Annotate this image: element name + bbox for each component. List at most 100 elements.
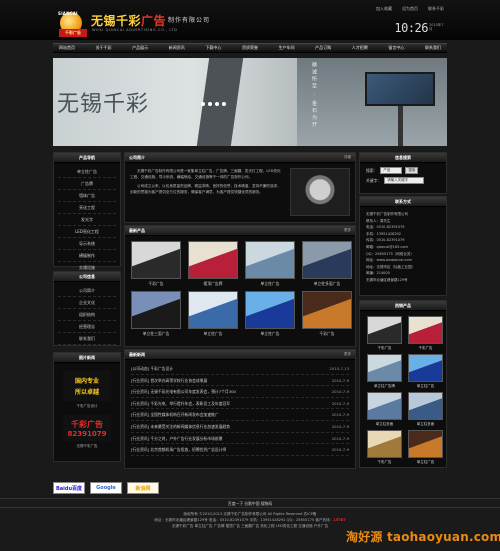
product-thumbnail[interactable] [245,241,295,279]
product-caption[interactable]: 千彩广告 [367,346,402,352]
company-info-item[interactable]: 组织结构 [58,309,116,321]
picture-news-caption[interactable]: 千彩广告设计 [60,404,114,409]
product-caption[interactable]: 单立柱广告 [408,460,443,466]
product-thumbnail[interactable] [188,291,238,329]
banner-dot[interactable] [208,102,212,106]
news-item[interactable]: [行业资讯] 首次举办高等学校行业协会成果展 2010-7-9 [131,375,349,387]
banner-dot[interactable] [201,102,205,106]
set-homepage-link[interactable]: 设为首页 [402,6,418,12]
search-button[interactable]: 搜索 [405,167,419,174]
product-thumbnail[interactable] [367,316,402,344]
product-thumbnail[interactable] [408,430,443,458]
news-title[interactable]: [行业资讯] 千彩光电、举行提升年会，表彰员工及年度冠军 [131,398,230,409]
picture-news-image[interactable]: 国内专业 所以卓越 [63,371,111,401]
product-caption[interactable]: 单立柱广告 [245,331,295,337]
news-item[interactable]: [公司动态] 千彩广告设计 2010-7-13 [131,363,349,375]
product-thumbnail[interactable] [302,291,352,329]
product-card[interactable]: 千彩广告 [408,316,443,352]
news-title[interactable]: [行业资讯] 全国性媒体机构召开新闻发布会加速推广 [131,409,219,420]
more-link[interactable]: 详细 [344,155,351,160]
news-item[interactable]: [行业资讯] 千分之时，户外广告行业发展分析市场前景 2010-7-9 [131,433,349,445]
company-info-item[interactable]: 企业文化 [58,297,116,309]
company-info-item[interactable]: 经营理念 [58,321,116,333]
contact-link[interactable]: 联系千彩 [428,6,444,12]
footer-links[interactable]: 百度一下 谷歌中国 搜狗网 [0,498,500,508]
product-card[interactable]: 单立柱广告 [245,241,295,287]
product-thumbnail[interactable] [408,392,443,420]
product-card[interactable]: 千彩广告 [367,316,402,352]
product-card[interactable]: 单立柱广告 [408,430,443,466]
product-nav-item[interactable]: 墙体广告 [58,190,116,202]
product-caption[interactable]: 单立柱三面广告 [131,331,181,337]
product-card[interactable]: 单立柱广告 [245,291,295,337]
nav-honors[interactable]: 资质荣誉 [242,45,258,51]
product-thumbnail[interactable] [367,354,402,382]
more-link[interactable]: 更多 [344,228,351,233]
nav-download[interactable]: 下载中心 [205,45,221,51]
product-caption[interactable]: 单立柱广告 [408,384,443,390]
banner[interactable]: 无锡千彩 精诚所至 · 金石为开 [53,58,447,146]
product-caption[interactable]: 千彩广告 [131,281,181,287]
picture-news-image[interactable]: 千彩广告 82391079 [63,415,111,441]
product-thumbnail[interactable] [408,316,443,344]
product-card[interactable]: 单立柱多面 [408,392,443,428]
news-title[interactable]: [行业资讯] 无锡千彩光电有限公司年度发表会，预计7个月300 [131,386,236,397]
product-caption[interactable]: 千彩广告 [302,331,352,337]
product-caption[interactable]: 单立柱多面 [367,422,402,428]
product-nav-item[interactable]: 广告牌 [58,178,116,190]
product-card[interactable]: 单立柱广告 [408,354,443,390]
nav-order[interactable]: 产品订购 [315,45,331,51]
product-thumbnail[interactable] [367,392,402,420]
product-nav-item[interactable]: LED亮化工程 [58,226,116,238]
keyword-input[interactable]: 请输入关键字 [384,177,425,184]
product-thumbnail[interactable] [188,241,238,279]
news-item[interactable]: [行业资讯] 未来最受关注的新闻媒体信息行业加速发展趋势 2010-7-9 [131,421,349,433]
product-nav-item[interactable]: 横幅制作 [58,250,116,262]
news-title[interactable]: [行业资讯] 首次举办高等学校行业协会成果展 [131,375,207,386]
product-caption[interactable]: 楼顶广告牌 [188,281,238,287]
product-nav-item[interactable]: 导示系统 [58,238,116,250]
news-item[interactable]: [行业资讯] 北京首都机场广告投放，招聘优秀广告设计师 2010-7-9 [131,444,349,456]
nav-home[interactable]: 网站首页 [59,45,75,51]
product-thumbnail[interactable] [302,241,352,279]
news-title[interactable]: [行业资讯] 千分之时，户外广告行业发展分析市场前景 [131,433,223,444]
news-title[interactable]: [公司动态] 千彩广告设计 [131,363,173,374]
product-card[interactable]: 单立柱广告牌 [367,354,402,390]
nav-about[interactable]: 关于千彩 [96,45,112,51]
sina-logo[interactable]: 新浪网 [127,482,159,494]
product-card[interactable]: 单立柱多面广告 [302,241,352,287]
news-item[interactable]: [行业资讯] 无锡千彩光电有限公司年度发表会，预计7个月300 2010-7-9 [131,386,349,398]
company-info-item[interactable]: 联系我们 [58,333,116,345]
banner-dot[interactable] [215,102,219,106]
baidu-logo[interactable]: Baidu百度 [53,482,85,494]
product-card[interactable]: 单立柱广告 [188,291,238,337]
product-caption[interactable]: 单立柱多面广告 [302,281,352,287]
product-nav-item[interactable]: 亮化工程 [58,202,116,214]
nav-news[interactable]: 新闻资讯 [169,45,185,51]
google-logo[interactable]: Google [90,482,122,494]
product-nav-item[interactable]: 单立柱广告 [58,166,116,178]
nav-products[interactable]: 产品展示 [132,45,148,51]
product-thumbnail[interactable] [367,430,402,458]
nav-workshop[interactable]: 生产车间 [279,45,295,51]
news-title[interactable]: [行业资讯] 未来最受关注的新闻媒体信息行业加速发展趋势 [131,421,230,432]
nav-jobs[interactable]: 人才招聘 [352,45,368,51]
product-card[interactable]: 千彩广告 [302,291,352,337]
picture-news-caption[interactable]: 无锡千彩广告 [60,444,114,449]
product-caption[interactable]: 千彩广告 [367,460,402,466]
nav-contact[interactable]: 联系我们 [425,45,441,51]
product-card[interactable]: 千彩广告 [367,430,402,466]
news-item[interactable]: [行业资讯] 千彩光电、举行提升年会，表彰员工及年度冠军 2010-7-9 [131,398,349,410]
product-thumbnail[interactable] [408,354,443,382]
news-title[interactable]: [行业资讯] 北京首都机场广告投放，招聘优秀广告设计师 [131,444,226,455]
search-type-select[interactable]: 产品 [380,167,403,174]
banner-dot[interactable] [222,102,226,106]
product-thumbnail[interactable] [131,241,181,279]
company-info-item[interactable]: 公司简介 [58,285,116,297]
nav-guestbook[interactable]: 留言中心 [388,45,404,51]
bookmark-link[interactable]: 加入收藏 [376,6,392,12]
product-card[interactable]: 楼顶广告牌 [188,241,238,287]
product-thumbnail[interactable] [131,291,181,329]
product-caption[interactable]: 单立柱广告 [245,281,295,287]
product-card[interactable]: 千彩广告 [131,241,181,287]
